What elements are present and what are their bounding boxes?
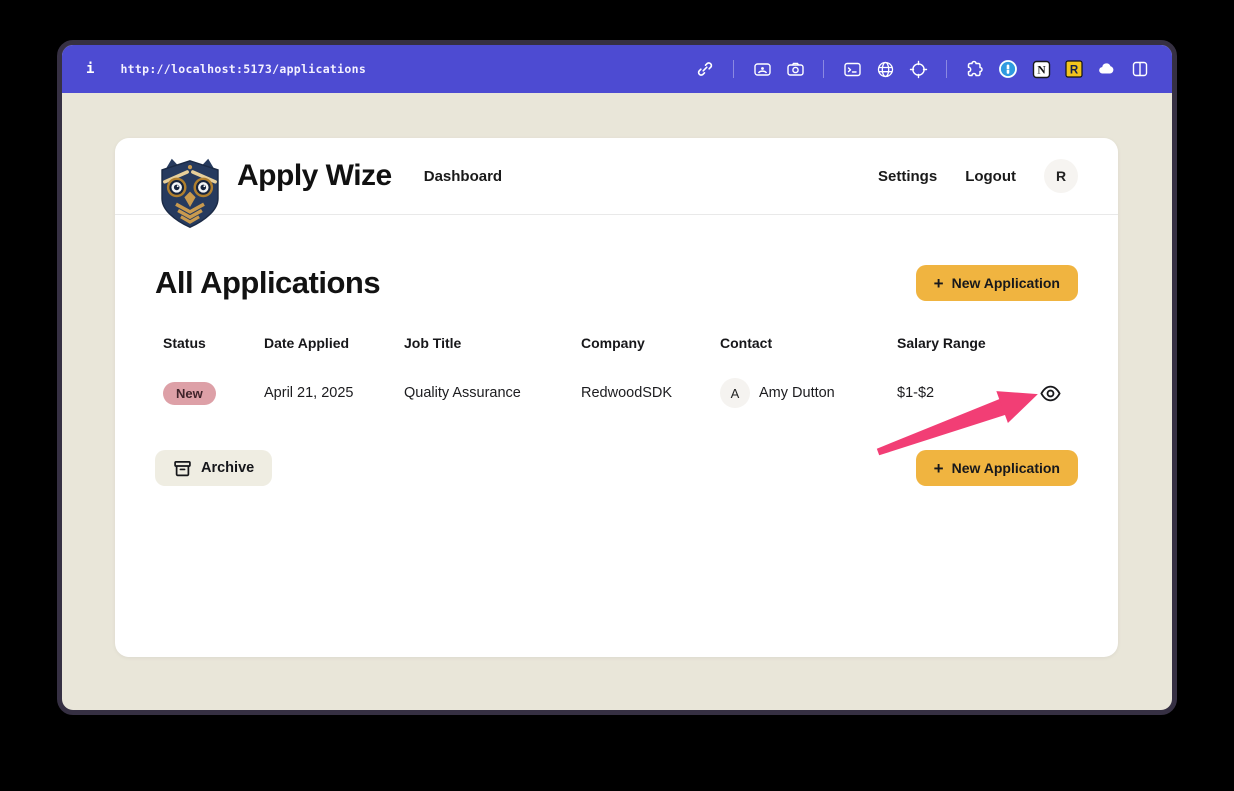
page-title: All Applications	[155, 265, 380, 301]
table-header-row: Status Date Applied Job Title Company Co…	[155, 335, 1078, 351]
info-icon[interactable]: i	[86, 61, 94, 77]
col-contact: Contact	[712, 335, 889, 351]
new-application-button-top[interactable]: + New Application	[916, 265, 1078, 301]
terminal-icon[interactable]	[842, 59, 862, 79]
app-card: Apply Wize Dashboard Settings Logout R A…	[115, 138, 1118, 657]
archive-button[interactable]: Archive	[155, 450, 272, 486]
logout-link[interactable]: Logout	[965, 168, 1016, 185]
onepassword-icon[interactable]	[998, 59, 1018, 79]
plus-icon: +	[934, 460, 944, 477]
job-title-cell: Quality Assurance	[396, 385, 573, 401]
crosshair-icon[interactable]	[908, 59, 928, 79]
status-cell: New	[155, 382, 256, 405]
svg-text:N: N	[1037, 64, 1046, 76]
contact-cell: A Amy Dutton	[712, 378, 889, 408]
toolbar-divider	[946, 60, 947, 78]
settings-link[interactable]: Settings	[878, 168, 937, 185]
status-badge: New	[163, 382, 216, 405]
col-job-title: Job Title	[396, 335, 573, 351]
nav-dashboard[interactable]: Dashboard	[424, 168, 502, 185]
view-application-eye-icon[interactable]	[1038, 381, 1062, 405]
owl-logo	[155, 156, 225, 230]
app-header: Apply Wize Dashboard Settings Logout R	[115, 138, 1118, 215]
archive-box-icon	[173, 459, 192, 478]
date-applied-cell: April 21, 2025	[256, 385, 396, 401]
link-icon[interactable]	[695, 59, 715, 79]
split-view-icon[interactable]	[1130, 59, 1150, 79]
new-application-label: New Application	[952, 460, 1060, 476]
actions-row: Archive + New Application	[155, 450, 1078, 486]
globe-icon[interactable]	[875, 59, 895, 79]
col-company: Company	[573, 335, 712, 351]
salary-range-cell: $1-$2	[889, 381, 1078, 405]
screenshot-frame-icon[interactable]	[752, 59, 772, 79]
browser-window: i http://localhost:5173/applications	[57, 40, 1177, 715]
camera-icon[interactable]	[785, 59, 805, 79]
col-date-applied: Date Applied	[256, 335, 396, 351]
new-application-label: New Application	[952, 275, 1060, 291]
company-cell: RedwoodSDK	[573, 385, 712, 401]
user-avatar[interactable]: R	[1044, 159, 1078, 193]
r-badge-icon[interactable]: R	[1064, 59, 1084, 79]
plus-icon: +	[934, 275, 944, 292]
salary-range-value: $1-$2	[897, 385, 934, 401]
contact-avatar: A	[720, 378, 750, 408]
col-status: Status	[155, 335, 256, 351]
col-salary-range: Salary Range	[889, 335, 1078, 351]
brand-title[interactable]: Apply Wize	[237, 159, 392, 193]
new-application-button-bottom[interactable]: + New Application	[916, 450, 1078, 486]
applications-table: Status Date Applied Job Title Company Co…	[155, 335, 1078, 408]
toolbar-divider	[733, 60, 734, 78]
toolbar-divider	[823, 60, 824, 78]
contact-name: Amy Dutton	[759, 385, 835, 401]
address-bar[interactable]: http://localhost:5173/applications	[120, 62, 366, 76]
svg-text:R: R	[1070, 64, 1079, 76]
page-background: Apply Wize Dashboard Settings Logout R A…	[62, 93, 1172, 710]
applications-section: All Applications + New Application Statu…	[115, 215, 1118, 486]
extensions-puzzle-icon[interactable]	[965, 59, 985, 79]
table-row: New April 21, 2025 Quality Assurance Red…	[155, 378, 1078, 408]
archive-label: Archive	[201, 460, 254, 476]
notion-icon[interactable]: N	[1031, 59, 1051, 79]
browser-toolbar: i http://localhost:5173/applications	[62, 45, 1172, 93]
cloud-icon[interactable]	[1097, 59, 1117, 79]
